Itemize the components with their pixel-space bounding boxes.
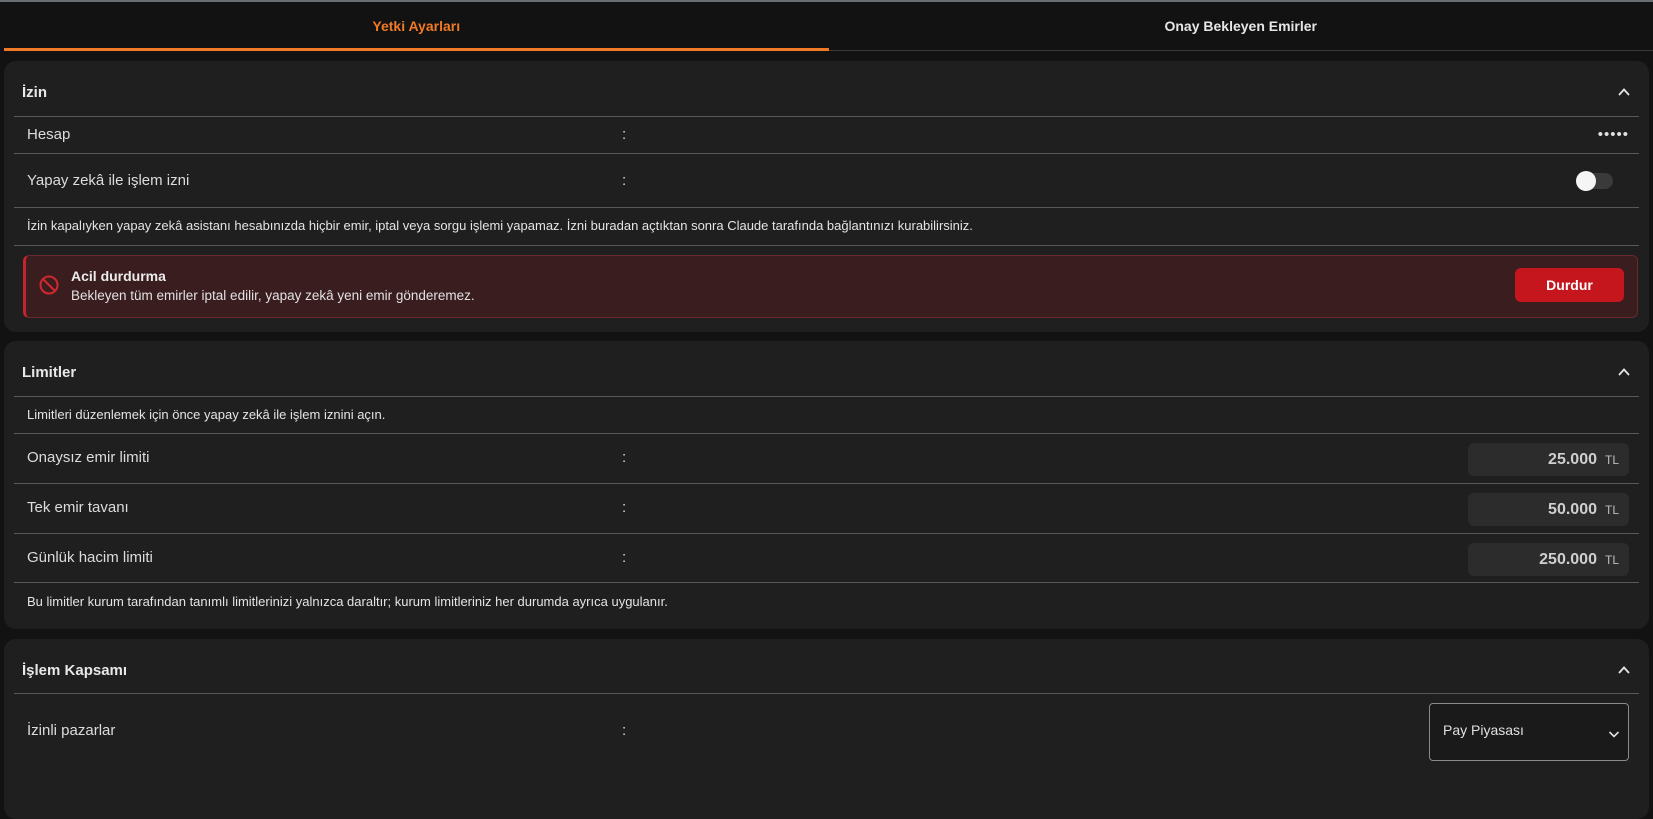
- limits-top-note: Limitleri düzenlemek için önce yapay zek…: [27, 407, 385, 422]
- markets-label: İzinli pazarlar: [27, 722, 115, 739]
- izin-title: İzin: [22, 84, 47, 101]
- chevron-up-icon[interactable]: [1617, 365, 1631, 379]
- chevron-down-icon: [1608, 728, 1620, 740]
- izin-card: İzin Hesap : ••••• Yapay zekâ ile işlem …: [4, 61, 1649, 332]
- stop-button[interactable]: Durdur: [1515, 268, 1624, 302]
- izin-card-header[interactable]: İzin: [4, 61, 1649, 123]
- limit-colon: :: [622, 449, 626, 466]
- account-label: Hesap: [27, 126, 70, 143]
- limit-amount-input[interactable]: 250.000 TL: [1468, 543, 1629, 576]
- limit-amount-input[interactable]: 50.000 TL: [1468, 493, 1629, 526]
- limit-row: Onaysız emir limiti : 25.000 TL: [14, 433, 1639, 483]
- ai-permission-toggle[interactable]: [1577, 173, 1613, 189]
- limit-unit: TL: [1605, 453, 1619, 467]
- chevron-up-icon[interactable]: [1617, 85, 1631, 99]
- markets-select[interactable]: Pay Piyasası: [1429, 703, 1629, 761]
- account-value[interactable]: •••••: [1598, 126, 1629, 143]
- ai-permission-colon: :: [622, 172, 626, 189]
- limit-unit: TL: [1605, 503, 1619, 517]
- limit-value: 50.000: [1548, 501, 1597, 519]
- limits-bottom-note: Bu limitler kurum tarafından tanımlı lim…: [27, 594, 668, 609]
- tab-onay-bekleyen-emirler[interactable]: Onay Bekleyen Emirler: [829, 2, 1653, 50]
- limit-amount-input[interactable]: 25.000 TL: [1468, 443, 1629, 476]
- emergency-stop-alert: Acil durdurma Bekleyen tüm emirler iptal…: [23, 255, 1638, 318]
- ai-permission-row: Yapay zekâ ile işlem izni :: [14, 153, 1639, 208]
- limit-colon: :: [622, 549, 626, 566]
- limit-label: Onaysız emir limiti: [27, 449, 150, 466]
- izin-divider: [14, 245, 1639, 246]
- ai-permission-label: Yapay zekâ ile işlem izni: [27, 172, 189, 189]
- tab-yetki-ayarlari[interactable]: Yetki Ayarları: [4, 2, 829, 50]
- emergency-stop-description: Bekleyen tüm emirler iptal edilir, yapay…: [71, 288, 475, 303]
- limits-note-row: Limitleri düzenlemek için önce yapay zek…: [14, 396, 1639, 434]
- account-row: Hesap : •••••: [14, 116, 1639, 153]
- scope-card-header[interactable]: İşlem Kapsamı: [4, 639, 1649, 701]
- markets-select-value: Pay Piyasası: [1443, 722, 1524, 738]
- markets-colon: :: [622, 722, 626, 739]
- emergency-stop-title: Acil durdurma: [71, 268, 166, 284]
- limit-colon: :: [622, 499, 626, 516]
- limits-title: Limitler: [22, 364, 76, 381]
- limit-label: Tek emir tavanı: [27, 499, 129, 516]
- limits-card-header[interactable]: Limitler: [4, 341, 1649, 403]
- izin-note-row: İzin kapalıyken yapay zekâ asistanı hesa…: [14, 207, 1639, 245]
- account-colon: :: [622, 126, 626, 143]
- limit-row: Günlük hacim limiti : 250.000 TL: [14, 533, 1639, 583]
- markets-row: İzinli pazarlar : Pay Piyasası: [14, 693, 1639, 773]
- scope-card: İşlem Kapsamı İzinli pazarlar : Pay Piya…: [4, 639, 1649, 819]
- limits-bottom-note-row: Bu limitler kurum tarafından tanımlı lim…: [14, 582, 1639, 622]
- limit-unit: TL: [1605, 553, 1619, 567]
- chevron-up-icon[interactable]: [1617, 663, 1631, 677]
- limit-value: 250.000: [1539, 551, 1597, 569]
- toggle-knob: [1576, 171, 1596, 191]
- limit-value: 25.000: [1548, 451, 1597, 469]
- limit-label: Günlük hacim limiti: [27, 549, 153, 566]
- prohibited-icon: [38, 274, 60, 296]
- izin-note: İzin kapalıyken yapay zekâ asistanı hesa…: [27, 218, 973, 233]
- tab-bar: Yetki Ayarları Onay Bekleyen Emirler: [4, 2, 1653, 51]
- scope-title: İşlem Kapsamı: [22, 662, 127, 679]
- limits-card: Limitler Limitleri düzenlemek için önce …: [4, 341, 1649, 629]
- limit-row: Tek emir tavanı : 50.000 TL: [14, 483, 1639, 533]
